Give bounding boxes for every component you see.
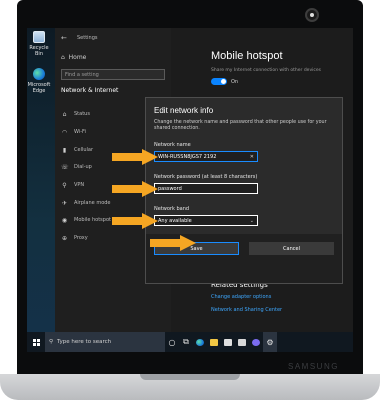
store-icon[interactable]: [221, 332, 235, 352]
webcam: [305, 8, 319, 22]
cellular-icon: ▮: [62, 146, 67, 154]
cortana-icon[interactable]: ○: [165, 332, 179, 352]
sidebar-item-label: VPN: [74, 182, 85, 188]
status-icon: ⌂: [62, 110, 67, 118]
home-label: Home: [68, 54, 87, 61]
taskbar: ⚲ Type here to search ○ ⧉ ⚙: [27, 332, 353, 352]
edit-network-dialog: Edit network info Change the network nam…: [145, 97, 343, 284]
recycle-bin-desktop-icon[interactable]: Recycle Bin: [27, 31, 51, 57]
proxy-icon: ⊕: [61, 234, 68, 242]
sidebar-item-label: Status: [74, 111, 90, 117]
file-explorer-icon[interactable]: [207, 332, 221, 352]
hotspot-icon: ◉: [61, 216, 68, 224]
wifi-icon: ◠: [61, 128, 68, 136]
search-icon: ⚲: [49, 339, 54, 345]
mail-icon[interactable]: [235, 332, 249, 352]
arrow-network-band: [112, 213, 158, 229]
back-arrow-icon[interactable]: ←: [61, 34, 67, 42]
task-view-icon[interactable]: ⧉: [179, 332, 193, 352]
share-description: Share my Internet connection with other …: [211, 68, 321, 73]
sidebar-item-label: Wi-Fi: [74, 129, 86, 135]
dialog-description: Change the network name and password tha…: [154, 120, 327, 131]
laptop-notch: [140, 374, 240, 380]
airplane-icon: ✈: [61, 199, 68, 207]
change-adapter-link[interactable]: Change adapter options: [211, 294, 271, 300]
clear-icon[interactable]: ✕: [250, 154, 254, 160]
network-password-input[interactable]: password: [154, 183, 258, 194]
vpn-icon: ⚲: [62, 181, 67, 189]
screen: Recycle Bin Microsoft Edge ← Settings ⌂ …: [27, 28, 353, 352]
network-band-value: Any available: [158, 217, 192, 224]
network-name-input[interactable]: WIN-RU5SN8JGS7 2192 ✕: [154, 151, 258, 162]
settings-icon[interactable]: ⚙: [263, 332, 277, 352]
sidebar-item-label: Mobile hotspot: [74, 217, 111, 223]
sidebar-item-label: Dial-up: [74, 164, 92, 170]
app-icon[interactable]: [249, 332, 263, 352]
window-title: Settings: [77, 35, 98, 41]
sidebar-item-label: Cellular: [74, 147, 94, 153]
sidebar-item-label: Airplane mode: [74, 200, 111, 206]
arrow-network-name: [112, 149, 158, 165]
network-password-label: Network password (at least 8 characters): [154, 174, 258, 180]
edge-icon: [33, 68, 45, 80]
find-setting-input[interactable]: Find a setting: [61, 69, 165, 80]
brand-logo: SAMSUNG: [288, 362, 339, 371]
desktop-icon-label: Microsoft Edge: [27, 82, 51, 94]
edge-icon[interactable]: [193, 332, 207, 352]
search-placeholder: Type here to search: [57, 339, 112, 345]
arrow-save: [150, 235, 196, 251]
network-name-value: WIN-RU5SN8JGS7 2192: [158, 153, 217, 160]
cancel-button[interactable]: Cancel: [249, 242, 334, 255]
hotspot-toggle[interactable]: [211, 78, 227, 85]
taskbar-search[interactable]: ⚲ Type here to search: [45, 332, 165, 352]
network-name-label: Network name: [154, 142, 191, 148]
desktop-icon-label: Recycle Bin: [29, 45, 49, 57]
dialup-icon: ☏: [61, 163, 69, 171]
network-band-select[interactable]: Any available ⌄: [154, 215, 258, 226]
chevron-down-icon: ⌄: [249, 217, 254, 224]
edge-desktop-icon[interactable]: Microsoft Edge: [27, 68, 51, 94]
sidebar-item-label: Proxy: [74, 235, 88, 241]
network-band-label: Network band: [154, 206, 190, 212]
page-title: Mobile hotspot: [211, 50, 283, 62]
section-heading: Network & Internet: [61, 87, 119, 94]
dialog-title: Edit network info: [154, 106, 214, 115]
windows-icon: [32, 338, 40, 346]
home-icon: ⌂: [61, 54, 65, 61]
find-setting-placeholder: Find a setting: [65, 72, 99, 78]
toggle-label: On: [231, 79, 239, 85]
recycle-bin-icon: [33, 31, 45, 43]
start-button[interactable]: [27, 332, 45, 352]
home-link[interactable]: ⌂ Home: [61, 54, 86, 61]
network-password-value: password: [158, 185, 182, 192]
network-sharing-link[interactable]: Network and Sharing Center: [211, 307, 282, 313]
arrow-network-password: [112, 181, 158, 197]
